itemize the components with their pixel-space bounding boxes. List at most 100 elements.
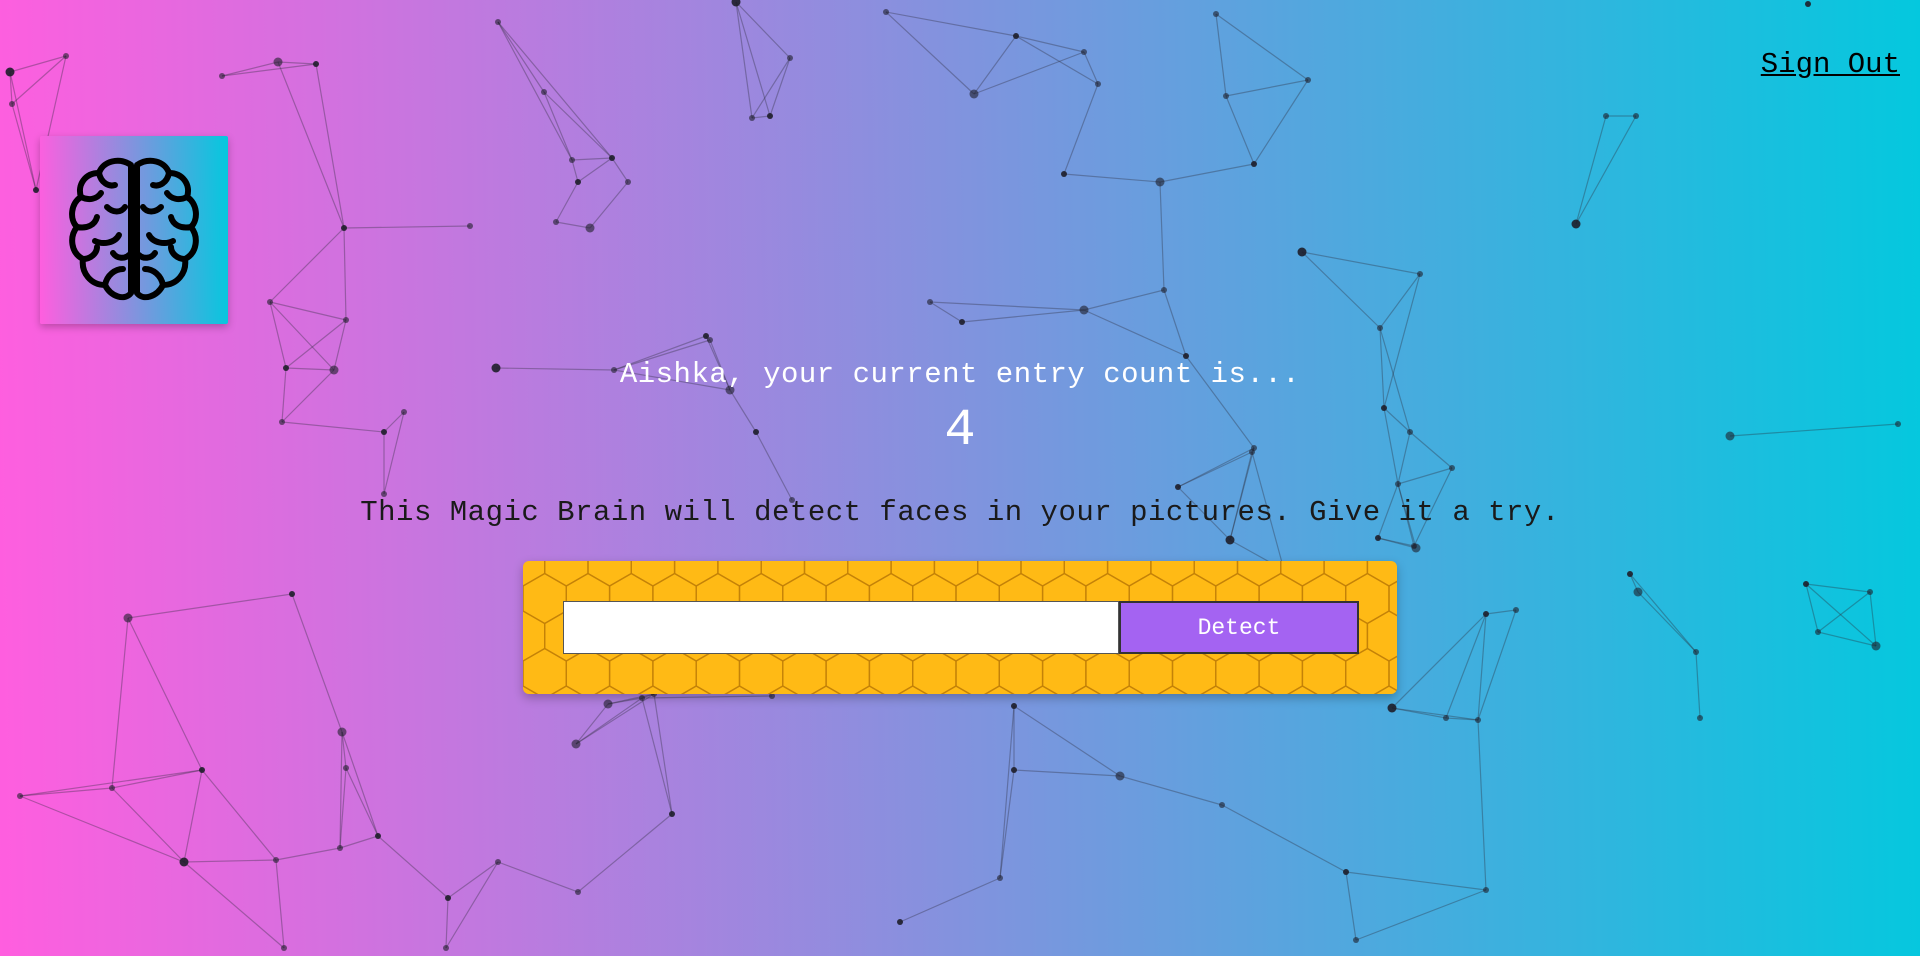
honeycomb-cell (890, 561, 936, 587)
network-node (959, 319, 965, 325)
network-node (575, 889, 581, 895)
honeycomb-cell (1041, 647, 1087, 694)
network-line (19, 795, 185, 863)
honeycomb-cell (912, 647, 957, 694)
image-link-form: Detect (563, 601, 1359, 654)
network-node (1081, 49, 1087, 55)
network-line (1015, 35, 1085, 53)
network-node (109, 785, 115, 791)
network-node (571, 739, 581, 749)
honeycomb-cell (1243, 685, 1275, 694)
network-line (315, 63, 345, 229)
network-node (123, 613, 133, 623)
honeycomb-cell (544, 561, 589, 587)
network-line (275, 847, 341, 861)
network-node (1633, 113, 1639, 119)
network-line (1575, 115, 1607, 225)
network-line (555, 181, 579, 223)
network-line (1301, 251, 1421, 275)
network-line (1013, 705, 1121, 777)
network-line (275, 859, 285, 949)
network-line (1695, 651, 1701, 719)
honeycomb-cell (933, 561, 979, 587)
honeycomb-cell (1063, 561, 1109, 587)
network-node (1395, 481, 1401, 487)
network-node (199, 767, 205, 773)
network-line (1083, 309, 1187, 357)
honeycomb-cell (760, 561, 806, 587)
honeycomb-cell (1157, 685, 1188, 694)
network-node (341, 225, 347, 231)
network-node (1305, 77, 1311, 83)
network-line (961, 309, 1085, 323)
network-line (1013, 769, 1121, 777)
network-line (19, 769, 203, 797)
network-node (1061, 171, 1067, 177)
honeycomb-cell (717, 561, 762, 587)
honeycomb-cell (1366, 610, 1397, 662)
network-line (929, 301, 1085, 311)
honeycomb-cell (738, 647, 784, 694)
network-line (1355, 889, 1487, 941)
honeycomb-cell (803, 561, 849, 587)
sign-out-link[interactable]: Sign Out (1761, 48, 1900, 81)
network-node (267, 299, 273, 305)
honeycomb-cell (680, 685, 712, 694)
honeycomb-cell (1171, 647, 1217, 694)
network-line (1215, 13, 1309, 81)
network-node (1353, 937, 1359, 943)
honeycomb-cell (630, 561, 676, 587)
network-node (5, 67, 15, 77)
rank-section: Aishka, your current entry count is... 4 (0, 358, 1920, 460)
honeycomb-cell (724, 685, 755, 694)
network-line (1477, 609, 1517, 721)
network-node (1343, 869, 1349, 875)
network-node (1411, 543, 1417, 549)
network-node (443, 945, 449, 951)
honeycomb-cell (594, 685, 625, 694)
network-node (1697, 715, 1703, 721)
network-line (445, 897, 449, 949)
network-line (1477, 719, 1487, 891)
network-node (1475, 717, 1481, 723)
network-node (281, 945, 287, 951)
image-url-input[interactable] (563, 601, 1119, 654)
network-node (9, 101, 15, 107)
network-node (1115, 771, 1125, 781)
network-line (577, 157, 613, 183)
network-line (497, 861, 579, 893)
network-line (1163, 289, 1187, 357)
network-line (885, 11, 1017, 37)
network-line (497, 21, 613, 159)
honeycomb-cell (984, 685, 1015, 694)
network-line (221, 61, 279, 77)
network-line (1083, 289, 1165, 311)
network-line (221, 63, 317, 77)
honeycomb-cell (977, 561, 1022, 587)
network-node (1175, 484, 1181, 490)
network-node (553, 219, 559, 225)
network-line (543, 91, 613, 159)
network-line (111, 769, 203, 789)
network-line (735, 1, 753, 119)
honeycomb-cell (940, 685, 972, 694)
network-line (575, 703, 609, 745)
honeycomb-cell (608, 647, 654, 694)
honeycomb-cell (551, 685, 582, 694)
network-node (1633, 587, 1643, 597)
network-line (277, 61, 317, 65)
network-line (445, 861, 499, 949)
network-line (885, 11, 975, 95)
network-line (1817, 591, 1871, 633)
network-node (1483, 611, 1489, 617)
honeycomb-cell (565, 647, 611, 694)
network-node (625, 179, 631, 185)
network-line (899, 877, 1001, 923)
network-node (1571, 219, 1581, 229)
network-node (1603, 113, 1609, 119)
network-node (1449, 465, 1455, 471)
detect-button[interactable]: Detect (1119, 601, 1359, 654)
network-line (571, 157, 613, 161)
network-line (127, 593, 293, 619)
network-node (1483, 887, 1489, 893)
